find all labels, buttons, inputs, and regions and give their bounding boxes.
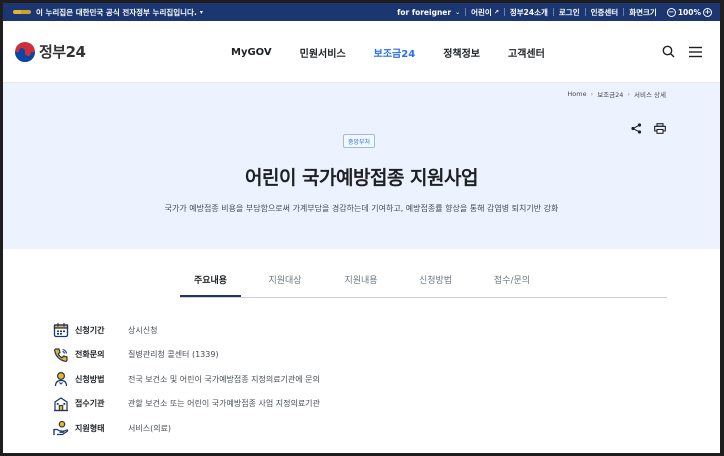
info-value: 질병관리청 콜센터 (1339) xyxy=(128,350,219,360)
info-value: 전국 보건소 및 어린이 국가예방접종 지정의료기관에 문의 xyxy=(128,374,320,384)
list-item: 지원형태 서비스(의료) xyxy=(52,416,320,441)
search-icon[interactable] xyxy=(662,45,675,58)
menu-icon[interactable] xyxy=(689,46,702,58)
link-cert-center[interactable]: 인증센터 xyxy=(586,7,624,18)
calendar-icon xyxy=(52,321,70,339)
taegeuk-logo-icon xyxy=(15,41,35,62)
phone-icon xyxy=(52,346,70,364)
breadcrumb-subsidy24[interactable]: 보조금24 xyxy=(597,89,623,99)
zoom-in-button[interactable]: + xyxy=(703,7,712,17)
nav-policy[interactable]: 정책정보 xyxy=(443,45,480,60)
link-for-foreigner[interactable]: for foreigner ⌄ xyxy=(392,8,465,17)
info-label: 신청방법 xyxy=(75,374,105,384)
official-banner: 이 누리집은 대한민국 공식 전자정부 누리집입니다. ▾ for foreig… xyxy=(3,3,720,21)
link-login[interactable]: 로그인 xyxy=(554,7,585,18)
info-label: 접수기관 xyxy=(75,399,105,409)
breadcrumb: Home › 보조금24 › 서비스 상세 xyxy=(567,89,666,99)
list-item: 신청기간 상시신청 xyxy=(52,318,320,343)
tab-contact[interactable]: 접수/문의 xyxy=(478,271,546,297)
breadcrumb-home[interactable]: Home xyxy=(567,90,586,98)
nav-mygov[interactable]: MyGOV xyxy=(231,47,272,58)
info-label: 신청기간 xyxy=(75,325,105,335)
page-title: 어린이 국가예방접종 지원사업 xyxy=(245,167,478,189)
chevron-down-icon: ⌄ xyxy=(455,8,461,16)
site-logo[interactable]: 정부24 xyxy=(15,41,86,62)
info-label: 지원형태 xyxy=(75,423,105,433)
egov-mark-icon xyxy=(13,7,33,17)
summary-list: 신청기간 상시신청 전화문의 질병관리청 콜센터 (1339) 신청방법 전국 … xyxy=(52,318,320,441)
info-value: 관할 보건소 또는 어린이 국가예방접종 사업 지정의료기관 xyxy=(128,399,320,409)
site-header: 정부24 MyGOV 민원서비스 보조금24 정책정보 고객센터 xyxy=(3,21,720,83)
list-item: 전화문의 질병관리청 콜센터 (1339) xyxy=(52,343,320,368)
building-icon xyxy=(52,395,70,413)
tab-eligibility[interactable]: 지원대상 xyxy=(241,271,329,297)
screen-size-label: 화면크기 xyxy=(629,7,657,17)
chevron-down-icon: ▾ xyxy=(199,8,203,16)
link-kids[interactable]: 어린이 ↗ xyxy=(466,7,504,18)
breadcrumb-current: 서비스 상세 xyxy=(634,91,666,99)
nav-civil-service[interactable]: 민원서비스 xyxy=(300,45,346,60)
external-link-icon: ↗ xyxy=(493,8,499,16)
detail-tabs: 주요내용 지원대상 지원내용 신청방법 접수/문의 xyxy=(180,271,667,298)
official-notice-text: 이 누리집은 대한민국 공식 전자정부 누리집입니다. xyxy=(36,7,197,17)
list-item: 신청방법 전국 보건소 및 어린이 국가예방접종 지정의료기관에 문의 xyxy=(52,367,320,392)
print-icon[interactable] xyxy=(654,119,666,138)
zoom-level: 100% xyxy=(677,7,701,17)
link-about[interactable]: 정부24소개 xyxy=(505,7,553,18)
page-frame: 이 누리집은 대한민국 공식 전자정부 누리집입니다. ▾ for foreig… xyxy=(3,3,720,453)
hand-icon xyxy=(52,419,70,437)
zoom-out-button[interactable]: − xyxy=(666,7,676,17)
list-item: 접수기관 관할 보건소 또는 어린이 국가예방접종 사업 지정의료기관 xyxy=(52,392,320,417)
page-description: 국가가 예방접종 비용을 부담함으로써 가계부담을 경감하는데 기여하고, 예방… xyxy=(164,204,559,213)
tab-application-method[interactable]: 신청방법 xyxy=(393,271,478,297)
nav-customer-center[interactable]: 고객센터 xyxy=(508,45,545,60)
agency-type-badge: 중앙부처 xyxy=(343,134,376,148)
service-hero: Home › 보조금24 › 서비스 상세 중앙부처 어린이 국가예방접종 지원… xyxy=(3,83,720,249)
tab-support-content[interactable]: 지원내용 xyxy=(329,271,393,297)
main-nav: MyGOV 민원서비스 보조금24 정책정보 고객센터 xyxy=(231,21,545,83)
info-value: 상시신청 xyxy=(128,325,158,335)
chevron-right-icon: › xyxy=(590,90,594,98)
tab-main-content[interactable]: 주요내용 xyxy=(180,271,241,297)
nav-subsidy24[interactable]: 보조금24 xyxy=(374,45,416,60)
info-value: 서비스(의료) xyxy=(128,423,172,433)
info-label: 전화문의 xyxy=(75,350,105,360)
share-icon[interactable] xyxy=(631,119,642,138)
official-notice[interactable]: 이 누리집은 대한민국 공식 전자정부 누리집입니다. ▾ xyxy=(13,7,203,18)
chevron-right-icon: › xyxy=(627,90,631,98)
person-icon xyxy=(52,370,70,388)
